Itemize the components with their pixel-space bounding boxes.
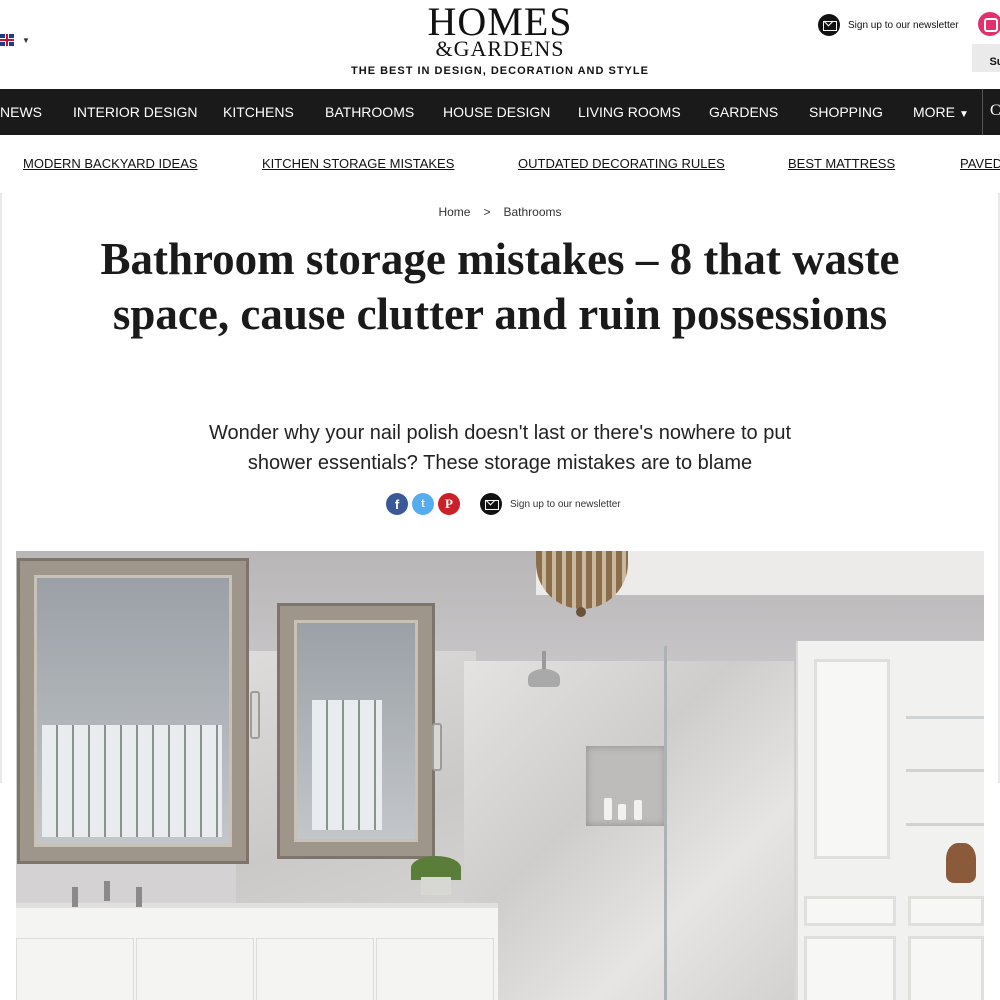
facebook-icon[interactable]: f <box>386 493 408 515</box>
hero-sconce <box>250 691 260 739</box>
article-standfirst: Wonder why your nail polish doesn't last… <box>208 422 792 474</box>
hero-ornament <box>946 843 976 883</box>
hero-cabinet <box>796 641 984 1000</box>
hero-glass-shelf <box>906 769 984 772</box>
mail-icon <box>818 14 840 36</box>
chevron-down-icon: ▼ <box>959 109 969 120</box>
nav-item-living-rooms[interactable]: LIVING ROOMS <box>578 104 681 120</box>
hero-tap <box>72 887 78 907</box>
trending-link[interactable]: KITCHEN STORAGE MISTAKES <box>262 156 454 171</box>
logo-line2: &GARDENS <box>435 36 565 61</box>
nav-item-news[interactable]: NEWS <box>0 104 42 120</box>
hero-chandelier-drop <box>576 607 586 617</box>
subscribe-button[interactable]: Sul <box>972 44 1000 72</box>
nav-item-shopping[interactable]: SHOPPING <box>809 104 883 120</box>
site-tagline: THE BEST IN DESIGN, DECORATION AND STYLE <box>351 65 649 77</box>
hero-glass-shelf <box>906 823 984 826</box>
main-navigation: NEWS INTERIOR DESIGN KITCHENS BATHROOMS … <box>0 89 1000 135</box>
nav-item-gardens[interactable]: GARDENS <box>709 104 778 120</box>
instagram-icon[interactable] <box>978 12 1000 36</box>
hero-shower-niche <box>586 746 666 826</box>
nav-divider <box>982 89 983 135</box>
hero-plant-pot <box>421 877 451 895</box>
share-bar: f t P Sign up to our newsletter <box>386 493 621 515</box>
nav-more-label: MORE <box>913 104 955 120</box>
page-gutter-left <box>0 193 2 783</box>
newsletter-signup-link[interactable]: Sign up to our newsletter <box>818 14 959 36</box>
hero-marble-wall <box>464 661 794 1000</box>
hero-mirror-left <box>20 561 246 861</box>
nav-item-kitchens[interactable]: KITCHENS <box>223 104 294 120</box>
trending-link[interactable]: PAVED <box>960 156 1000 171</box>
nav-item-interior-design[interactable]: INTERIOR DESIGN <box>73 104 197 120</box>
nav-overflow-item[interactable]: C <box>990 102 1000 120</box>
breadcrumb-separator: > <box>483 205 491 219</box>
hero-tap <box>104 881 110 901</box>
nav-item-more[interactable]: MORE ▼ <box>913 104 969 120</box>
trending-link[interactable]: BEST MATTRESS <box>788 156 895 171</box>
newsletter-label: Sign up to our newsletter <box>848 19 959 31</box>
trending-link[interactable]: OUTDATED DECORATING RULES <box>518 156 725 171</box>
newsletter-signup-link[interactable]: Sign up to our newsletter <box>480 493 621 515</box>
nav-item-bathrooms[interactable]: BATHROOMS <box>325 104 414 120</box>
trending-link[interactable]: MODERN BACKYARD IDEAS <box>23 156 198 171</box>
hero-glass-screen <box>664 646 667 1000</box>
mail-icon <box>480 493 502 515</box>
pinterest-icon[interactable]: P <box>438 493 460 515</box>
nav-item-house-design[interactable]: HOUSE DESIGN <box>443 104 550 120</box>
hero-tap <box>136 887 142 907</box>
newsletter-label: Sign up to our newsletter <box>510 498 621 510</box>
article-title: Bathroom storage mistakes – 8 that waste… <box>100 234 900 339</box>
twitter-icon[interactable]: t <box>412 493 434 515</box>
breadcrumb-home[interactable]: Home <box>438 205 470 219</box>
hero-sconce <box>432 723 442 771</box>
hero-shower-arm <box>542 651 546 671</box>
site-header: ▼ HOMES &GARDENS THE BEST IN DESIGN, DEC… <box>0 0 1000 89</box>
hero-mirror-right <box>280 606 432 856</box>
breadcrumb-bathrooms[interactable]: Bathrooms <box>504 205 562 219</box>
breadcrumb: Home > Bathrooms <box>0 205 1000 219</box>
trending-bar: MODERN BACKYARD IDEAS KITCHEN STORAGE MI… <box>0 135 1000 193</box>
hero-shower-head <box>528 669 560 687</box>
hero-image <box>16 551 984 1000</box>
hero-vanity <box>16 903 498 1000</box>
hero-glass-shelf <box>906 716 984 719</box>
